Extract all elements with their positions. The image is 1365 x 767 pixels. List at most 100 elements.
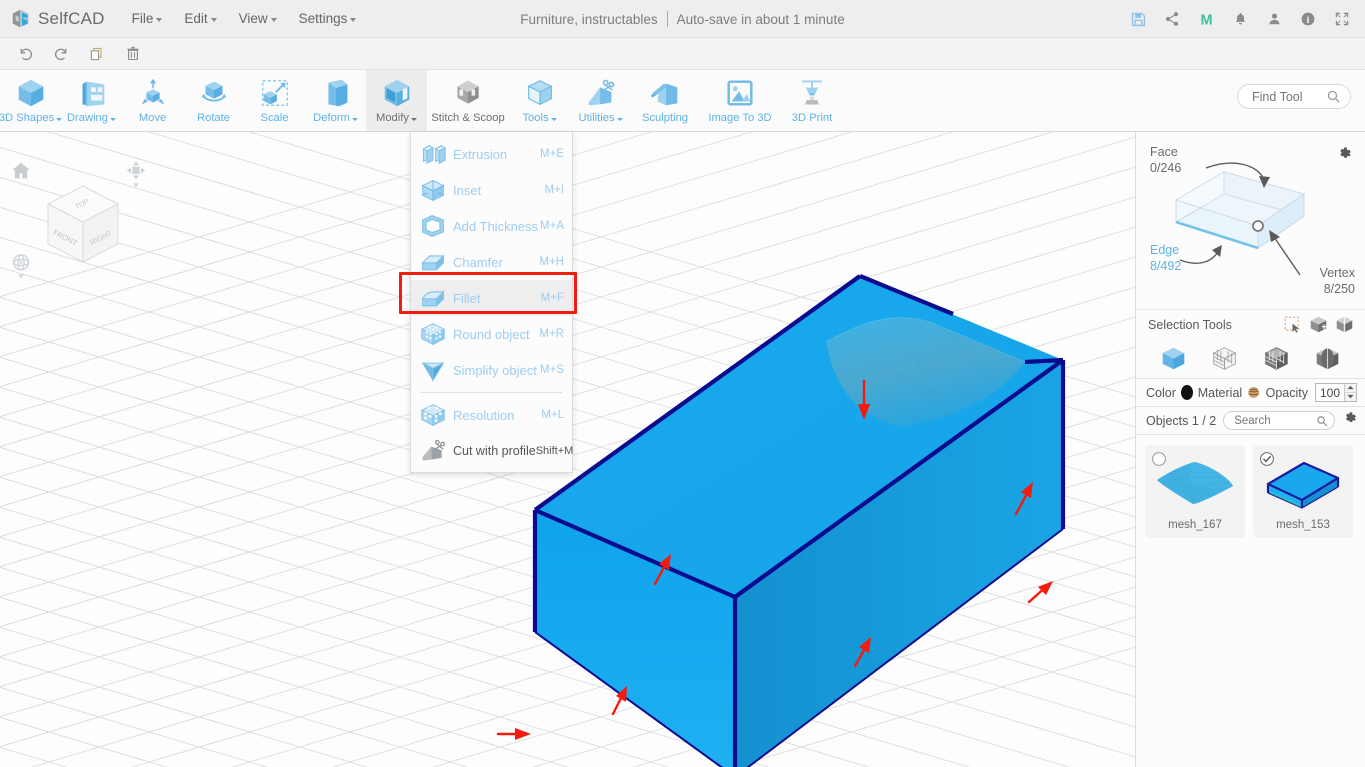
menu-item-extrusion[interactable]: Extrusion M+E (411, 136, 572, 172)
modify-icon (380, 75, 414, 111)
menu-item-resolution[interactable]: Resolution M+L (411, 397, 572, 433)
edge-mode-icon[interactable] (1261, 344, 1291, 374)
ribbon-label: Drawing (66, 112, 117, 124)
search-icon (1317, 415, 1328, 426)
orbit-view-icon[interactable] (10, 252, 34, 287)
objects-settings-gear-icon[interactable] (1342, 410, 1358, 431)
ribbon-drawing[interactable]: Drawing (61, 70, 122, 131)
opacity-input[interactable] (1316, 385, 1344, 400)
selection-tools-label: Selection Tools (1148, 317, 1232, 332)
redo-button[interactable] (46, 41, 76, 67)
view-cube[interactable]: TOP FRONT RIGHT (38, 174, 128, 284)
fullscreen-icon[interactable] (1327, 4, 1357, 34)
myminifactory-icon[interactable]: M (1191, 4, 1221, 34)
ribbon-label: 3D Shapes (0, 112, 63, 124)
ribbon-deform[interactable]: Deform (305, 70, 366, 131)
color-label: Color (1146, 385, 1176, 400)
topology-wireframe-illustration (1174, 162, 1306, 276)
ribbon-stitch-scoop[interactable]: Stitch & Scoop (427, 70, 509, 131)
menu-file[interactable]: File (121, 5, 174, 32)
object-mode-icon[interactable] (1159, 344, 1189, 374)
opacity-label: Opacity (1265, 385, 1308, 400)
menu-item-label: Inset (453, 182, 482, 198)
ribbon-3d-shapes[interactable]: 3D Shapes (0, 70, 63, 131)
ribbon-image-to-3d[interactable]: Image To 3D (699, 70, 781, 131)
opacity-increase-button[interactable] (1345, 384, 1356, 393)
menu-item-simplify-object[interactable]: Simplify object M+S (411, 352, 572, 388)
ribbon-rotate[interactable]: Rotate (183, 70, 244, 131)
document-title: Furniture, instructables (520, 11, 658, 27)
ribbon-tools[interactable]: Tools (509, 70, 570, 131)
object-checkbox-unchecked-icon[interactable] (1151, 451, 1167, 467)
copy-button[interactable] (82, 41, 112, 67)
share-icon[interactable] (1157, 4, 1187, 34)
opacity-decrease-button[interactable] (1345, 392, 1356, 401)
ribbon-label: Rotate (197, 112, 230, 124)
brand[interactable]: SelfCAD (10, 7, 105, 31)
object-checkbox-checked-icon[interactable] (1259, 451, 1275, 467)
menu-item-round-object[interactable]: Round object M+R (411, 316, 572, 352)
menu-item-fillet[interactable]: Fillet M+F (411, 280, 572, 316)
object-card-mesh-167[interactable]: mesh_167 (1145, 445, 1245, 538)
object-card-mesh-153[interactable]: mesh_153 (1253, 445, 1353, 538)
save-icon[interactable] (1123, 4, 1153, 34)
objects-header: Objects 1 / 2 (1136, 407, 1365, 435)
home-view-icon[interactable] (10, 160, 34, 187)
ribbon-drawing-label: Drawing (66, 112, 109, 124)
opacity-spin-buttons[interactable] (1344, 384, 1356, 401)
3d-print-icon (796, 75, 828, 111)
title-bar: SelfCAD File Edit View Settings Furnitur… (0, 0, 1365, 38)
info-icon[interactable]: i (1293, 4, 1323, 34)
ribbon-utilities-label: Utilities (578, 112, 615, 124)
sculpting-icon (648, 75, 682, 111)
menu-item-label: Round object (453, 326, 530, 342)
chevron-down-icon (550, 118, 557, 121)
ribbon-rotate-label: Rotate (197, 112, 230, 124)
fillet-icon (421, 290, 445, 308)
ribbon-3d-print[interactable]: 3D Print (781, 70, 843, 131)
ribbon-scale[interactable]: Scale (244, 70, 305, 131)
find-tool[interactable] (1237, 84, 1351, 109)
ribbon-3d-print-label: 3D Print (791, 112, 833, 124)
opacity-stepper[interactable] (1315, 383, 1357, 402)
rect-select-icon[interactable] (1279, 313, 1305, 337)
menu-item-add-thickness[interactable]: Add Thickness M+A (411, 208, 572, 244)
menu-view-label: View (238, 11, 268, 26)
delete-button[interactable] (118, 41, 148, 67)
menu-view[interactable]: View (228, 5, 288, 32)
objects-count-label: Objects 1 / 2 (1146, 413, 1217, 428)
menu-item-label: Resolution (453, 407, 515, 423)
ribbon-modify[interactable]: Modify (366, 70, 427, 131)
menu-settings[interactable]: Settings (288, 5, 368, 32)
vertex-mode-icon[interactable] (1312, 344, 1342, 374)
menu-item-shortcut: M+S (540, 364, 564, 376)
rotate-icon (197, 75, 231, 111)
face-mode-icon[interactable] (1210, 344, 1240, 374)
add-selection-icon[interactable] (1305, 313, 1331, 337)
menu-edit[interactable]: Edit (173, 5, 227, 32)
objects-search-input[interactable] (1234, 414, 1316, 427)
pan-view-icon[interactable] (125, 160, 147, 195)
menu-item-shortcut: M+A (540, 220, 564, 232)
utilities-icon (584, 75, 618, 111)
right-panel: Face 0/246 Edge 8/492 Vertex 8/250 Selec… (1135, 132, 1365, 767)
color-swatch[interactable] (1180, 385, 1193, 400)
ribbon-utilities[interactable]: Utilities (570, 70, 631, 131)
notifications-bell-icon[interactable] (1225, 4, 1255, 34)
object-name: mesh_153 (1276, 519, 1330, 531)
user-account-icon[interactable] (1259, 4, 1289, 34)
ribbon-move[interactable]: Move (122, 70, 183, 131)
ribbon-modify-label: Modify (376, 112, 409, 124)
objects-search[interactable] (1223, 411, 1335, 430)
through-selection-icon[interactable] (1331, 313, 1357, 337)
chevron-down-icon (156, 17, 163, 22)
material-sphere-icon[interactable] (1247, 384, 1260, 401)
menu-item-chamfer[interactable]: Chamfer M+H (411, 244, 572, 280)
chevron-down-icon (616, 118, 623, 121)
menu-item-inset[interactable]: Inset M+I (411, 172, 572, 208)
menu-item-cut-with-profile[interactable]: Cut with profile Shift+M (411, 433, 573, 469)
undo-button[interactable] (10, 41, 40, 67)
ribbon-sculpting[interactable]: Sculpting (631, 70, 699, 131)
titlebar-actions: M i (1123, 0, 1357, 38)
find-tool-input[interactable] (1252, 89, 1320, 104)
